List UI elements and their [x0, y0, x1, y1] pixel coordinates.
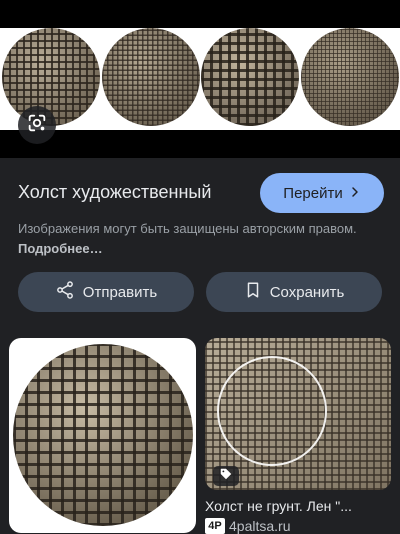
image-carousel[interactable] [0, 28, 400, 130]
image-title: Холст художественный [18, 182, 212, 202]
google-lens-icon [26, 112, 48, 139]
google-lens-button[interactable] [18, 106, 56, 144]
visit-button[interactable]: Перейти [260, 173, 384, 213]
chevron-right-icon [349, 185, 361, 202]
learn-more-link[interactable]: Подробнее… [18, 241, 103, 256]
related-image-card[interactable] [205, 338, 391, 490]
carousel-bottom-bar [0, 130, 400, 158]
top-bar [0, 0, 400, 28]
share-icon [55, 280, 75, 304]
tag-icon [219, 467, 233, 486]
product-tag-badge [213, 466, 239, 486]
share-button[interactable]: Отправить [18, 272, 194, 312]
visit-button-label: Перейти [283, 184, 343, 202]
related-image-caption[interactable]: Холст не грунт. Лен "... [205, 498, 352, 514]
bookmark-icon [244, 281, 262, 303]
related-image-source[interactable]: 4P 4paltsa.ru [205, 518, 290, 534]
carousel-thumbnail[interactable] [201, 28, 299, 126]
source-favicon: 4P [205, 518, 225, 534]
save-button[interactable]: Сохранить [206, 272, 382, 312]
carousel-thumbnail[interactable] [301, 28, 399, 126]
carousel-thumbnail[interactable] [102, 28, 200, 126]
copyright-notice: Изображения могут быть защищены авторски… [18, 219, 368, 259]
related-image-card[interactable] [9, 338, 196, 533]
related-image-highlight [217, 356, 327, 466]
source-domain: 4paltsa.ru [229, 518, 291, 534]
related-image [13, 344, 193, 526]
copyright-text: Изображения могут быть защищены авторски… [18, 221, 357, 236]
save-button-label: Сохранить [269, 283, 345, 301]
share-button-label: Отправить [82, 283, 158, 301]
